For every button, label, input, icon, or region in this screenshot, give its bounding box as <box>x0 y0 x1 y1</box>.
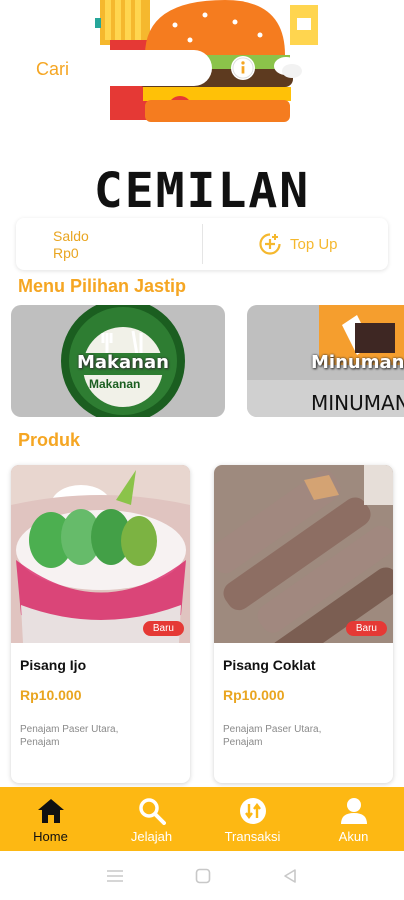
recents-icon[interactable] <box>106 869 124 883</box>
nav-item-akun[interactable]: Akun <box>303 787 404 851</box>
header: Cari CEMILAN <box>0 0 404 219</box>
product-card[interactable]: Baru Pisang Ijo Rp10.000 Penajam Paser U… <box>11 465 190 783</box>
product-location: Penajam Paser Utara, Penajam <box>20 724 119 748</box>
product-card[interactable]: Baru Pisang Coklat Rp10.000 Penajam Pase… <box>214 465 393 783</box>
product-location: Penajam Paser Utara, Penajam <box>223 724 322 748</box>
new-badge: Baru <box>345 621 387 636</box>
nav-item-transaksi[interactable]: Transaksi <box>202 787 303 851</box>
nav-item-jelajah[interactable]: Jelajah <box>101 787 202 851</box>
product-name: Pisang Ijo <box>20 657 87 673</box>
nav-item-home[interactable]: Home <box>0 787 101 851</box>
system-nav-bar <box>0 851 404 900</box>
transaction-icon <box>238 796 268 826</box>
balance-amount: Rp0 <box>53 245 79 261</box>
chat-icon[interactable] <box>272 54 304 82</box>
jastip-card-makanan[interactable]: Makanan Makanan <box>11 305 225 417</box>
topup-label: Top Up <box>290 235 338 253</box>
nav-label-transaksi: Transaksi <box>224 829 281 844</box>
jastip-makanan-caption: Makanan <box>77 352 169 373</box>
topup-button[interactable]: Top Up <box>203 218 388 270</box>
search-icon <box>137 796 167 826</box>
product-price: Rp10.000 <box>223 687 285 703</box>
account-icon <box>339 796 369 826</box>
new-badge: Baru <box>142 621 184 636</box>
jastip-minuman-caption: Minuman <box>311 352 404 373</box>
minuman-logo-text: MINUMAN <box>311 391 404 415</box>
product-name: Pisang Coklat <box>223 657 316 673</box>
nav-label-jelajah: Jelajah <box>130 829 173 844</box>
jastip-card-minuman[interactable]: MINUMAN Minuman <box>247 305 404 417</box>
search-label: Cari <box>36 59 70 79</box>
balance-card: Saldo Rp0 Top Up <box>16 218 388 270</box>
search-input[interactable] <box>70 50 212 86</box>
balance-label: Saldo <box>53 228 89 244</box>
add-circle-icon <box>259 233 281 255</box>
brand-title: CEMILAN <box>93 163 311 219</box>
products-section-title: Produk <box>18 430 81 450</box>
nav-label-akun: Akun <box>338 829 369 844</box>
nav-label-home: Home <box>33 829 68 844</box>
bottom-nav: Home Jelajah Transaksi Akun <box>0 787 404 851</box>
back-icon[interactable] <box>282 868 298 884</box>
home-icon <box>36 796 66 826</box>
product-image: Baru <box>214 465 393 643</box>
home-button-icon[interactable] <box>195 868 211 884</box>
jastip-section-title: Menu Pilihan Jastip <box>18 276 187 296</box>
balance-info: Saldo Rp0 <box>16 218 202 270</box>
product-price: Rp10.000 <box>20 687 82 703</box>
app-screen: Cari CEMILAN Saldo Rp0 Top Up Menu Pilih… <box>0 0 404 900</box>
info-icon[interactable] <box>231 56 255 80</box>
product-image: Baru <box>11 465 190 643</box>
makanan-logo-text: Makanan <box>89 377 141 391</box>
